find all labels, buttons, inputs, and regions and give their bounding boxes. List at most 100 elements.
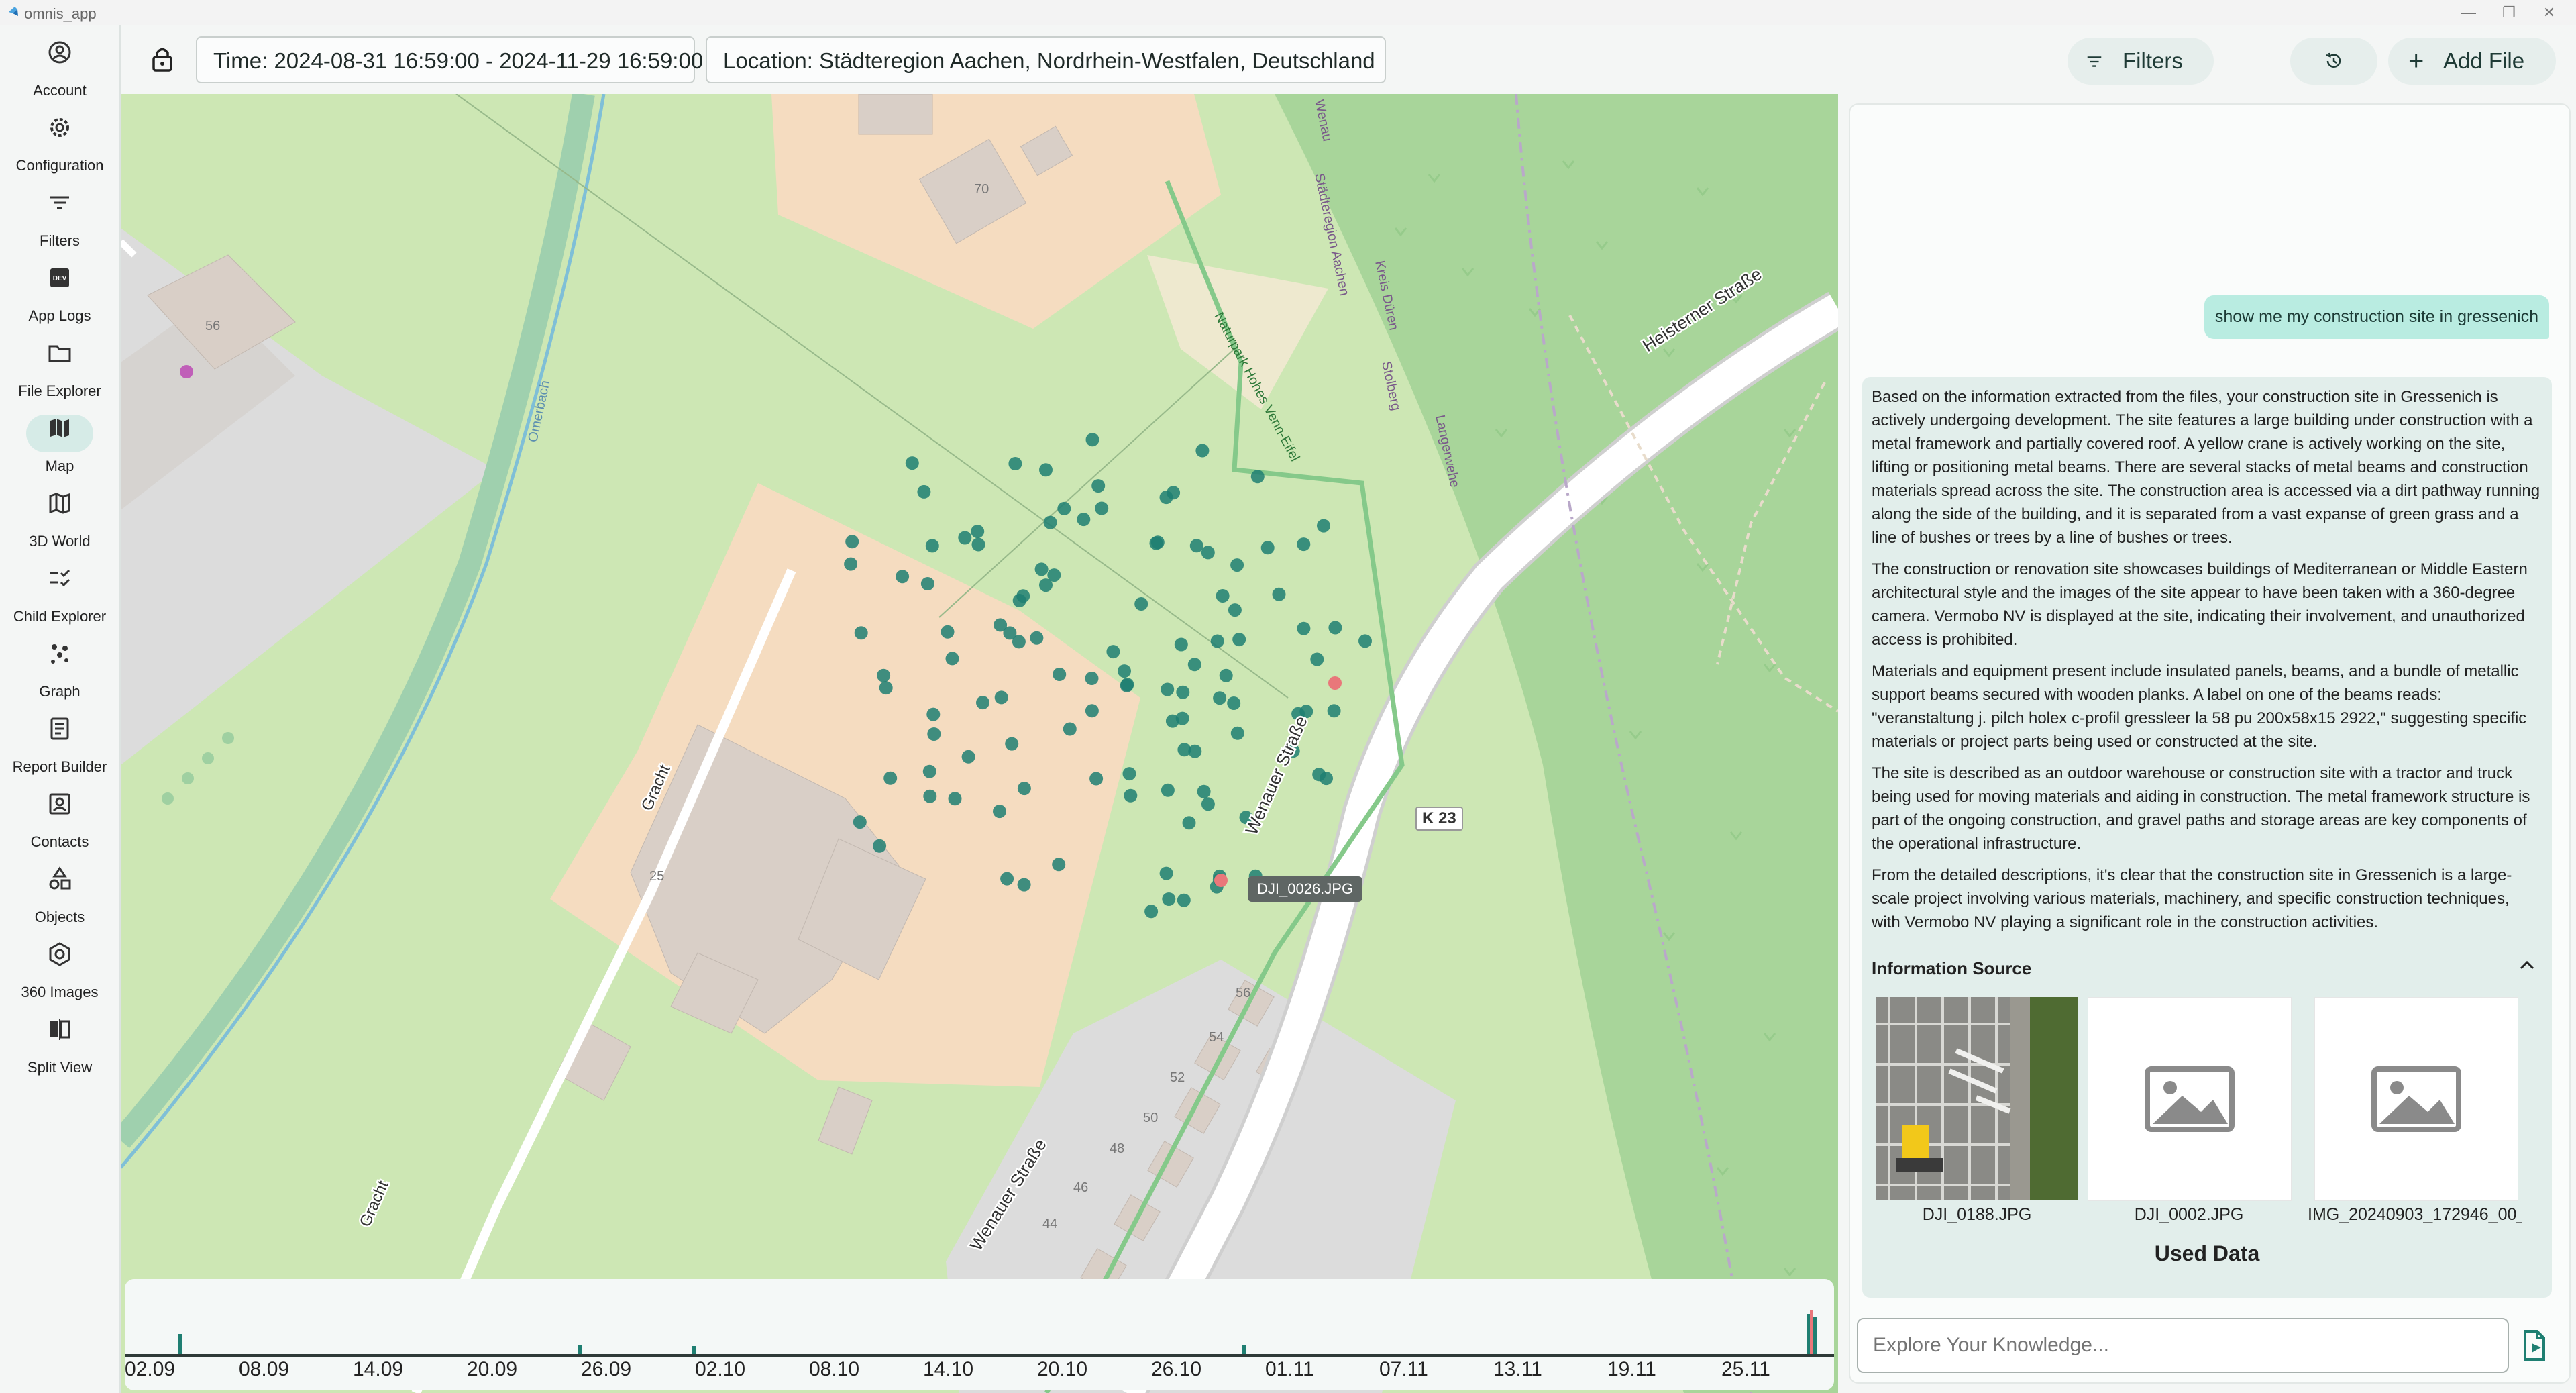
- data-point-marker[interactable]: [976, 696, 989, 710]
- data-point-marker[interactable]: [1012, 594, 1026, 607]
- data-point-marker[interactable]: [1030, 631, 1044, 645]
- data-point-marker[interactable]: [905, 456, 919, 470]
- history-button[interactable]: [2290, 38, 2377, 85]
- data-point-marker[interactable]: [1174, 637, 1188, 652]
- data-point-marker[interactable]: [1227, 696, 1241, 710]
- data-point-marker[interactable]: [1260, 541, 1275, 555]
- data-point-marker[interactable]: [1216, 589, 1230, 603]
- data-point-marker[interactable]: [1213, 691, 1227, 705]
- data-point-marker[interactable]: [948, 792, 962, 806]
- send-file-icon[interactable]: [2520, 1329, 2549, 1362]
- data-point-marker[interactable]: [971, 537, 985, 552]
- data-point-marker[interactable]: [945, 652, 959, 666]
- data-point-marker[interactable]: [925, 539, 939, 553]
- data-point-marker[interactable]: [1122, 767, 1136, 781]
- data-point-marker[interactable]: [1005, 737, 1019, 751]
- add-file-button[interactable]: + Add File: [2388, 38, 2556, 85]
- data-point-marker[interactable]: [1201, 797, 1215, 811]
- data-point-marker[interactable]: [927, 727, 941, 741]
- data-point-marker[interactable]: [1017, 782, 1031, 796]
- data-point-marker[interactable]: [1150, 535, 1165, 550]
- data-point-marker[interactable]: [1197, 784, 1211, 798]
- data-point-marker[interactable]: [1000, 872, 1014, 886]
- chevron-up-icon[interactable]: [2517, 956, 2537, 976]
- data-point-marker[interactable]: [1008, 457, 1022, 470]
- data-point-marker[interactable]: [1085, 672, 1099, 685]
- data-point-marker[interactable]: [1089, 772, 1104, 786]
- data-point-marker[interactable]: [1358, 634, 1372, 648]
- data-point-marker[interactable]: [1017, 878, 1031, 892]
- sidebar-item-child-explorer[interactable]: Child Explorer: [0, 560, 119, 632]
- sidebar-item-contacts[interactable]: Contacts: [0, 785, 119, 858]
- data-point-marker[interactable]: [1250, 470, 1265, 484]
- data-point-marker[interactable]: [941, 625, 955, 639]
- data-point-marker[interactable]: [1189, 539, 1203, 553]
- data-point-marker[interactable]: [1144, 905, 1159, 919]
- data-point-marker[interactable]: [1195, 444, 1210, 458]
- data-point-marker[interactable]: [1063, 722, 1077, 736]
- data-point-marker[interactable]: [1297, 537, 1311, 552]
- sidebar-item-360-images[interactable]: 360 Images: [0, 935, 119, 1008]
- data-point-marker[interactable]: [883, 771, 898, 785]
- source-thumbnail-2[interactable]: [2088, 997, 2292, 1201]
- data-point-marker[interactable]: [1161, 682, 1175, 696]
- data-point-marker[interactable]: [873, 839, 887, 853]
- data-point-marker[interactable]: [1230, 726, 1244, 740]
- location-filter-chip[interactable]: Location: Städteregion Aachen, Nordrhein…: [706, 36, 1386, 83]
- map-canvas[interactable]: Heisterner Straße Wenauer Straße Wenauer…: [121, 94, 1838, 1393]
- data-point-marker[interactable]: [1228, 603, 1242, 617]
- sidebar-item-objects[interactable]: Objects: [0, 860, 119, 933]
- data-point-marker[interactable]: [1162, 892, 1176, 906]
- data-point-marker[interactable]: [1124, 788, 1138, 803]
- data-point-marker[interactable]: [1177, 743, 1191, 757]
- data-point-marker[interactable]: [1034, 562, 1049, 576]
- map-view[interactable]: Heisterner Straße Wenauer Straße Wenauer…: [121, 94, 1838, 1393]
- data-point-marker[interactable]: [1176, 685, 1190, 699]
- data-point-marker[interactable]: [958, 531, 972, 545]
- data-point-marker[interactable]: [1039, 463, 1053, 477]
- timeline-cursor[interactable]: [1810, 1310, 1813, 1357]
- data-point-marker[interactable]: [1219, 668, 1233, 682]
- data-point-marker[interactable]: [1177, 893, 1191, 907]
- data-point-marker[interactable]: [853, 815, 867, 829]
- data-point-marker[interactable]: [854, 626, 868, 640]
- data-point-marker[interactable]: [1085, 704, 1099, 718]
- knowledge-search-input[interactable]: [1857, 1318, 2509, 1373]
- data-point-marker[interactable]: [920, 577, 934, 590]
- sidebar-item-3d-world[interactable]: 3D World: [0, 484, 119, 557]
- lock-icon[interactable]: [148, 44, 177, 74]
- sidebar-item-map[interactable]: Map: [0, 409, 119, 482]
- data-point-marker[interactable]: [1161, 783, 1175, 797]
- data-point-marker[interactable]: [1085, 433, 1099, 447]
- data-point-marker[interactable]: [1043, 515, 1057, 529]
- data-point-marker[interactable]: [845, 535, 859, 549]
- data-point-marker[interactable]: [961, 750, 975, 764]
- sidebar-item-file-explorer[interactable]: File Explorer: [0, 334, 119, 407]
- data-point-marker[interactable]: [993, 805, 1006, 819]
- data-point-marker[interactable]: [917, 484, 931, 499]
- restore-button[interactable]: ❐: [2489, 3, 2529, 23]
- data-point-marker[interactable]: [1312, 768, 1326, 782]
- data-point-marker[interactable]: [1328, 621, 1342, 635]
- data-point-marker[interactable]: [1232, 633, 1246, 647]
- source-thumbnail-3[interactable]: [2314, 997, 2518, 1201]
- close-window-button[interactable]: ✕: [2529, 3, 2569, 23]
- sidebar-item-filters[interactable]: Filters: [0, 184, 119, 256]
- data-point-marker[interactable]: [1052, 858, 1066, 872]
- data-point-marker[interactable]: [1039, 578, 1053, 592]
- data-point-marker[interactable]: [1159, 866, 1173, 880]
- data-point-marker[interactable]: [1187, 658, 1201, 672]
- source-thumbnail-1[interactable]: [1876, 997, 2078, 1200]
- data-point-marker[interactable]: [896, 570, 910, 584]
- data-point-marker[interactable]: [926, 707, 941, 721]
- data-point-marker[interactable]: [1003, 626, 1017, 640]
- data-point-marker[interactable]: [1230, 558, 1244, 572]
- data-point-marker[interactable]: [1310, 652, 1324, 666]
- data-point-marker[interactable]: [844, 557, 858, 571]
- data-point-marker[interactable]: [922, 764, 936, 778]
- data-point-marker[interactable]: [1272, 587, 1286, 601]
- sidebar-item-graph[interactable]: Graph: [0, 635, 119, 707]
- data-point-marker[interactable]: [1095, 501, 1109, 515]
- data-point-marker[interactable]: [1317, 519, 1330, 533]
- data-point-marker[interactable]: [1053, 668, 1067, 681]
